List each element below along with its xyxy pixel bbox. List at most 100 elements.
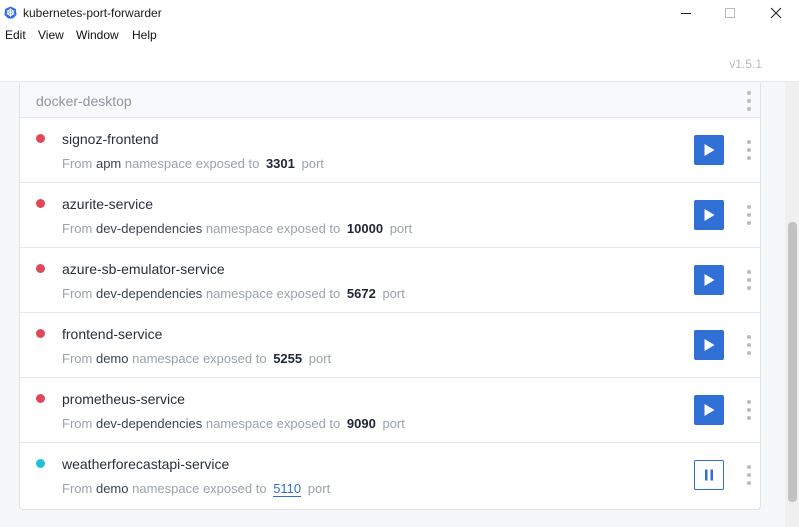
service-row: azure-sb-emulator-service From dev-depend… — [20, 248, 760, 313]
namespace-value: demo — [95, 481, 129, 496]
window-title: kubernetes-port-forwarder — [23, 6, 162, 20]
kebab-dot-icon — [747, 221, 751, 225]
play-button[interactable] — [694, 330, 724, 360]
service-menu-button[interactable] — [746, 465, 752, 485]
menu-edit[interactable]: Edit — [5, 28, 26, 42]
kebab-dot-icon — [747, 481, 751, 485]
port-value[interactable]: 5110 — [273, 481, 302, 497]
port-label: port — [301, 156, 324, 171]
pause-button[interactable] — [694, 460, 724, 490]
from-label: From — [62, 416, 93, 431]
service-row: signoz-frontend From apm namespace expose… — [20, 118, 760, 183]
kebab-dot-icon — [747, 465, 751, 469]
service-menu-button[interactable] — [746, 400, 752, 420]
namespace-value: demo — [95, 351, 129, 366]
from-label: From — [62, 351, 93, 366]
service-description: From dev-dependencies namespace exposed … — [62, 286, 405, 301]
kebab-dot-icon — [747, 91, 751, 95]
port-value: 3301 — [265, 156, 295, 171]
kebab-dot-icon — [747, 148, 751, 152]
close-icon — [770, 7, 782, 19]
minimize-button[interactable] — [663, 0, 709, 26]
menu-view[interactable]: View — [38, 28, 64, 42]
kebab-dot-icon — [747, 416, 751, 420]
kubernetes-app-icon — [4, 6, 17, 19]
namespace-exposed-label: namespace exposed to — [205, 416, 341, 431]
service-description: From apm namespace exposed to 3301 port — [62, 156, 324, 171]
service-name: weatherforecastapi-service — [62, 456, 230, 472]
service-name: signoz-frontend — [62, 131, 159, 147]
service-description: From demo namespace exposed to 5255 port — [62, 351, 331, 366]
maximize-button[interactable] — [707, 0, 753, 26]
play-button[interactable] — [694, 395, 724, 425]
namespace-value: dev-dependencies — [95, 221, 203, 236]
status-dot-icon — [36, 264, 45, 273]
service-description: From dev-dependencies namespace exposed … — [62, 221, 412, 236]
kebab-dot-icon — [747, 400, 751, 404]
from-label: From — [62, 286, 93, 301]
kebab-dot-icon — [747, 408, 751, 412]
title-bar: kubernetes-port-forwarder — [0, 0, 799, 26]
play-icon — [704, 339, 715, 351]
play-icon — [704, 274, 715, 286]
namespace-exposed-label: namespace exposed to — [124, 156, 260, 171]
port-value: 10000 — [346, 221, 384, 236]
port-value: 5672 — [346, 286, 376, 301]
namespace-value: apm — [95, 156, 122, 171]
menu-help[interactable]: Help — [132, 28, 157, 42]
service-row: prometheus-service From dev-dependencies … — [20, 378, 760, 443]
namespace-exposed-label: namespace exposed to — [132, 481, 267, 496]
service-row: azurite-service From dev-dependencies nam… — [20, 183, 760, 248]
scrollbar[interactable] — [785, 82, 799, 527]
namespace-value: dev-dependencies — [95, 416, 203, 431]
scrollbar-thumb[interactable] — [788, 222, 797, 502]
namespace-value: dev-dependencies — [95, 286, 203, 301]
menu-window[interactable]: Window — [76, 28, 119, 42]
service-menu-button[interactable] — [746, 270, 752, 290]
from-label: From — [62, 221, 93, 236]
status-dot-icon — [36, 199, 45, 208]
status-dot-icon — [36, 459, 45, 468]
kebab-dot-icon — [747, 107, 751, 111]
service-description: From dev-dependencies namespace exposed … — [62, 416, 405, 431]
port-label: port — [389, 221, 413, 236]
port-label: port — [382, 416, 405, 431]
pause-icon — [705, 469, 713, 481]
kebab-dot-icon — [747, 156, 751, 160]
status-dot-icon — [36, 394, 45, 403]
kebab-dot-icon — [747, 140, 751, 144]
play-icon — [704, 209, 715, 221]
kebab-dot-icon — [747, 473, 751, 477]
maximize-icon — [725, 8, 735, 18]
play-button[interactable] — [694, 200, 724, 230]
service-name: azurite-service — [62, 196, 154, 212]
kebab-dot-icon — [747, 213, 751, 217]
play-button[interactable] — [694, 265, 724, 295]
service-menu-button[interactable] — [746, 335, 752, 355]
menu-bar: Edit View Window Help — [0, 26, 799, 45]
kebab-dot-icon — [747, 278, 751, 282]
from-label: From — [62, 156, 93, 171]
service-row: frontend-service From demo namespace expo… — [20, 313, 760, 378]
version-label: v1.5.1 — [729, 57, 762, 71]
service-description: From demo namespace exposed to 5110 port — [62, 481, 330, 497]
cluster-name: docker-desktop — [36, 93, 132, 109]
play-icon — [704, 144, 715, 156]
service-menu-button[interactable] — [746, 140, 752, 160]
port-value: 5255 — [273, 351, 303, 366]
kebab-dot-icon — [747, 286, 751, 290]
status-dot-icon — [36, 134, 45, 143]
play-button[interactable] — [694, 135, 724, 165]
service-row: weatherforecastapi-service From demo name… — [20, 443, 760, 508]
close-button[interactable] — [753, 0, 799, 26]
kebab-dot-icon — [747, 99, 751, 103]
cluster-menu-button[interactable] — [746, 91, 752, 111]
kebab-dot-icon — [747, 270, 751, 274]
app-header: v1.5.1 — [0, 45, 799, 82]
port-value: 9090 — [346, 416, 376, 431]
status-dot-icon — [36, 329, 45, 338]
kebab-dot-icon — [747, 335, 751, 339]
kebab-dot-icon — [747, 343, 751, 347]
service-menu-button[interactable] — [746, 205, 752, 225]
kebab-dot-icon — [747, 351, 751, 355]
